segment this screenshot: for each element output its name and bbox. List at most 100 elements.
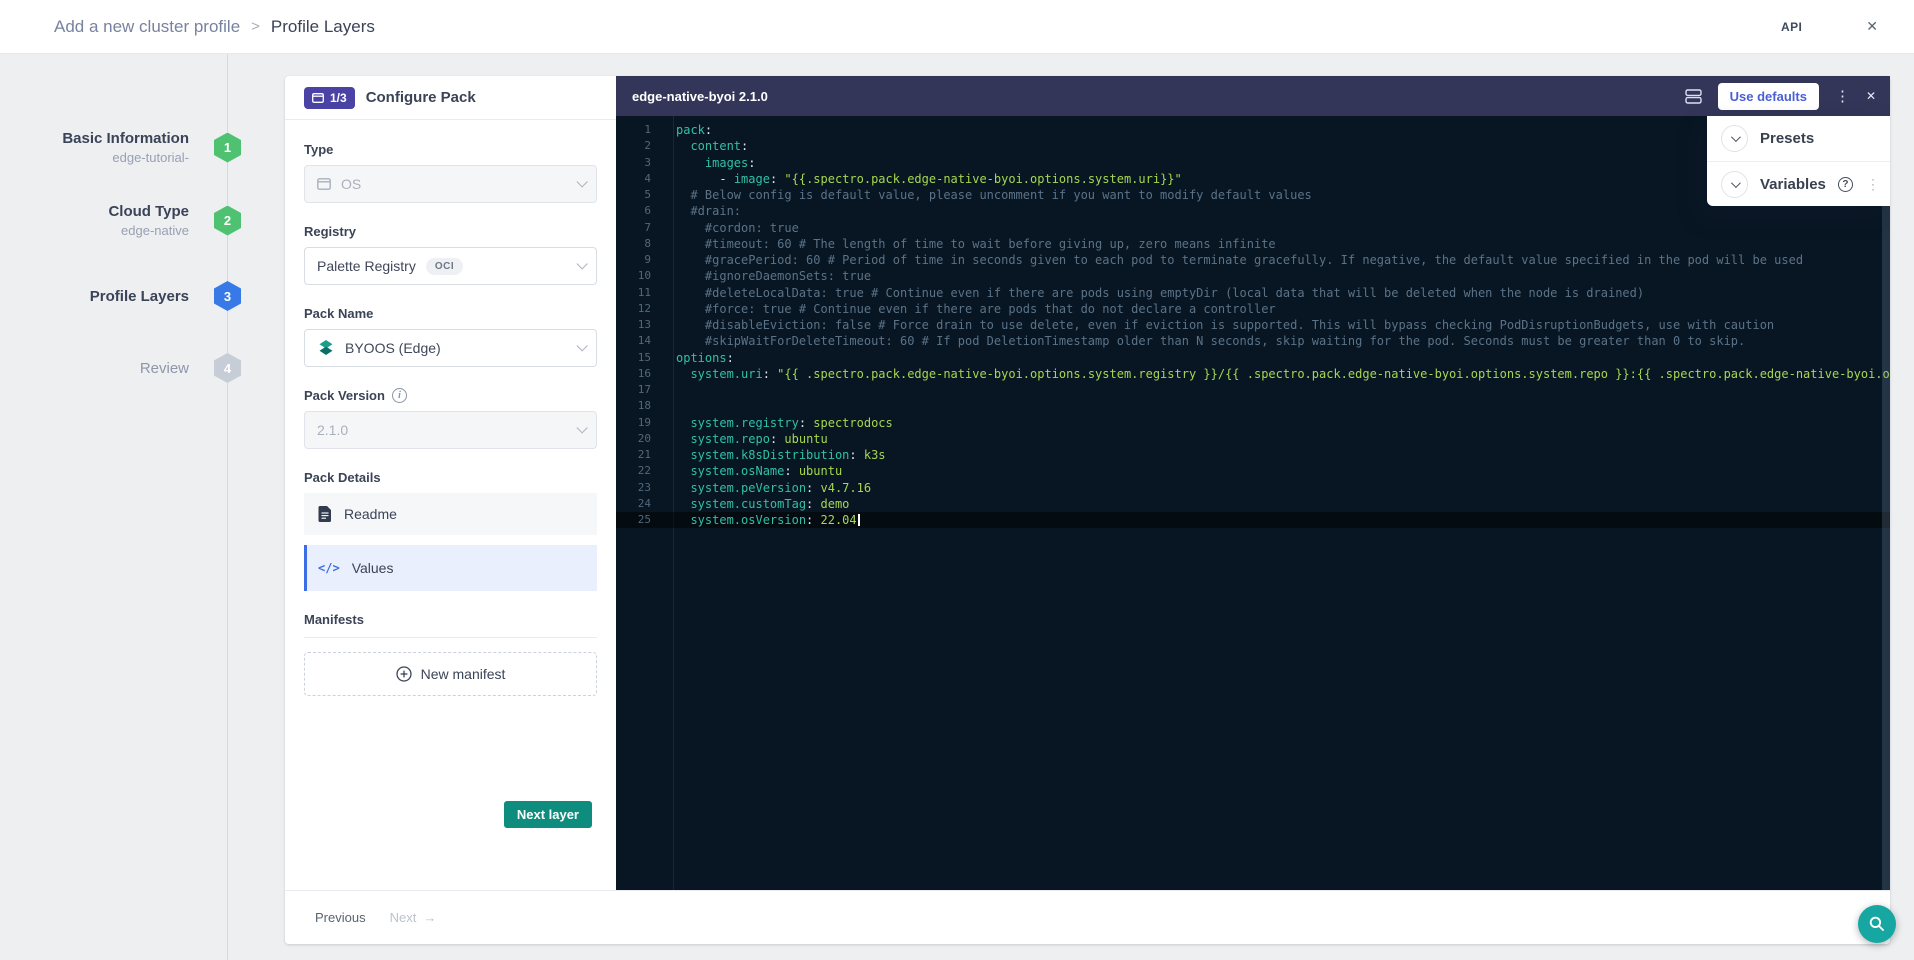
- readme-tab[interactable]: Readme: [304, 493, 597, 535]
- pack-layers-icon: [317, 339, 335, 357]
- stepper-item-review[interactable]: Review 4: [27, 353, 241, 383]
- presets-variables-panel: Presets Variables ? ⋮: [1707, 116, 1890, 206]
- step-label: Basic Information: [27, 130, 189, 147]
- next-layer-button[interactable]: Next layer: [504, 801, 592, 828]
- code-line[interactable]: 18: [616, 398, 1890, 414]
- code-line[interactable]: 19 system.registry: spectrodocs: [616, 415, 1890, 431]
- manifests-label: Manifests: [304, 612, 597, 627]
- variables-row[interactable]: Variables ? ⋮: [1707, 161, 1890, 206]
- code-line[interactable]: 12 #force: true # Continue even if there…: [616, 301, 1890, 317]
- line-number: 13: [616, 317, 662, 333]
- code-line[interactable]: 14 #skipWaitForDeleteTimeout: 60 # If po…: [616, 333, 1890, 349]
- type-select[interactable]: OS: [304, 165, 597, 203]
- stepper-item-cloud-type[interactable]: Cloud Type edge-native 2: [27, 203, 241, 238]
- text-cursor: [858, 514, 860, 526]
- registry-select[interactable]: Palette Registry OCI: [304, 247, 597, 285]
- step-label: Cloud Type: [27, 203, 189, 220]
- code-line[interactable]: 22 system.osName: ubuntu: [616, 463, 1890, 479]
- help-circle-icon[interactable]: ?: [1838, 177, 1853, 192]
- pack-name-select[interactable]: BYOOS (Edge): [304, 329, 597, 367]
- pack-version-value: 2.1.0: [317, 422, 348, 438]
- code-line[interactable]: 25 system.osVersion: 22.04: [616, 512, 1890, 528]
- variables-expand-button[interactable]: [1721, 171, 1748, 198]
- chevron-down-icon: [1731, 132, 1741, 142]
- code-line[interactable]: 8 #timeout: 60 # The length of time to w…: [616, 236, 1890, 252]
- step-badge: 3: [214, 281, 241, 311]
- line-number: 22: [616, 463, 662, 479]
- line-number: 7: [616, 220, 662, 236]
- document-icon: [318, 506, 332, 522]
- code-line[interactable]: 9 #gracePeriod: 60 # Period of time in s…: [616, 252, 1890, 268]
- step-label: Review: [27, 360, 189, 377]
- breadcrumb-separator: >: [251, 18, 260, 35]
- pack-version-label: Pack Version: [304, 388, 385, 403]
- previous-button[interactable]: Previous: [315, 910, 366, 925]
- line-number: 10: [616, 268, 662, 284]
- breadcrumb-parent[interactable]: Add a new cluster profile: [54, 17, 240, 37]
- line-number: 18: [616, 398, 662, 414]
- yaml-editor: edge-native-byoi 2.1.0 Use defaults ⋮ ✕ …: [616, 76, 1890, 890]
- step-badge: 4: [214, 353, 241, 383]
- code-icon: </>: [318, 561, 340, 575]
- code-line[interactable]: 4 - image: "{{.spectro.pack.edge-native-…: [616, 171, 1890, 187]
- editor-kebab-menu-icon[interactable]: ⋮: [1835, 89, 1850, 104]
- configure-pack-header: 1/3 Configure Pack: [285, 76, 616, 120]
- line-number: 19: [616, 415, 662, 431]
- pack-details-label: Pack Details: [304, 470, 597, 485]
- close-icon[interactable]: ✕: [1866, 18, 1878, 35]
- code-line[interactable]: 10 #ignoreDaemonSets: true: [616, 268, 1890, 284]
- line-number: 2: [616, 138, 662, 154]
- help-launcher-button[interactable]: [1858, 905, 1896, 943]
- registry-value: Palette Registry: [317, 258, 416, 274]
- editor-header: edge-native-byoi 2.1.0 Use defaults ⋮ ✕: [616, 76, 1890, 116]
- next-button[interactable]: Next →: [390, 910, 437, 925]
- line-number: 3: [616, 155, 662, 171]
- line-number: 6: [616, 203, 662, 219]
- editor-close-icon[interactable]: ✕: [1866, 89, 1876, 103]
- pack-version-select[interactable]: 2.1.0: [304, 411, 597, 449]
- stepper-item-basic-information[interactable]: Basic Information edge-tutorial- 1: [27, 130, 241, 165]
- code-line[interactable]: 20 system.repo: ubuntu: [616, 431, 1890, 447]
- api-button[interactable]: API: [1781, 20, 1802, 34]
- code-line[interactable]: 7 #cordon: true: [616, 220, 1890, 236]
- code-line[interactable]: 6 #drain:: [616, 203, 1890, 219]
- new-manifest-label: New manifest: [421, 666, 506, 682]
- stepper-connector-line: [227, 54, 228, 960]
- code-line[interactable]: 11 #deleteLocalData: true # Continue eve…: [616, 285, 1890, 301]
- variables-kebab-icon[interactable]: ⋮: [1866, 176, 1880, 193]
- next-button-label: Next: [390, 910, 417, 925]
- line-number: 5: [616, 187, 662, 203]
- line-number: 9: [616, 252, 662, 268]
- presets-row[interactable]: Presets: [1707, 116, 1890, 161]
- line-number: 14: [616, 333, 662, 349]
- code-line[interactable]: 17: [616, 382, 1890, 398]
- presets-expand-button[interactable]: [1721, 125, 1748, 152]
- line-number: 8: [616, 236, 662, 252]
- code-line[interactable]: 1pack:: [616, 122, 1890, 138]
- code-line[interactable]: 21 system.k8sDistribution: k3s: [616, 447, 1890, 463]
- use-defaults-button[interactable]: Use defaults: [1718, 83, 1819, 110]
- line-number: 16: [616, 366, 662, 382]
- code-line[interactable]: 5 # Below config is default value, pleas…: [616, 187, 1890, 203]
- code-line[interactable]: 16 system.uri: "{{ .spectro.pack.edge-na…: [616, 366, 1890, 382]
- chevron-down-icon: [1731, 178, 1741, 188]
- code-lines: 1pack:2 content:3 images:4 - image: "{{.…: [616, 122, 1890, 528]
- new-manifest-button[interactable]: New manifest: [304, 652, 597, 696]
- code-line[interactable]: 3 images:: [616, 155, 1890, 171]
- arrow-right-icon: →: [423, 910, 436, 925]
- code-line[interactable]: 15options:: [616, 350, 1890, 366]
- step-label: Profile Layers: [27, 288, 189, 305]
- stepper-item-profile-layers[interactable]: Profile Layers 3: [27, 281, 241, 311]
- chevron-down-icon: [576, 422, 587, 433]
- code-line[interactable]: 23 system.peVersion: v4.7.16: [616, 480, 1890, 496]
- code-line[interactable]: 24 system.customTag: demo: [616, 496, 1890, 512]
- line-number: 20: [616, 431, 662, 447]
- code-line[interactable]: 2 content:: [616, 138, 1890, 154]
- split-view-icon[interactable]: [1685, 89, 1702, 104]
- values-tab[interactable]: </> Values: [304, 545, 597, 591]
- code-area[interactable]: 1pack:2 content:3 images:4 - image: "{{.…: [616, 116, 1890, 890]
- code-line[interactable]: 13 #disableEviction: false # Force drain…: [616, 317, 1890, 333]
- line-number: 12: [616, 301, 662, 317]
- editor-scrollbar[interactable]: [1882, 116, 1890, 890]
- info-icon[interactable]: i: [392, 388, 407, 403]
